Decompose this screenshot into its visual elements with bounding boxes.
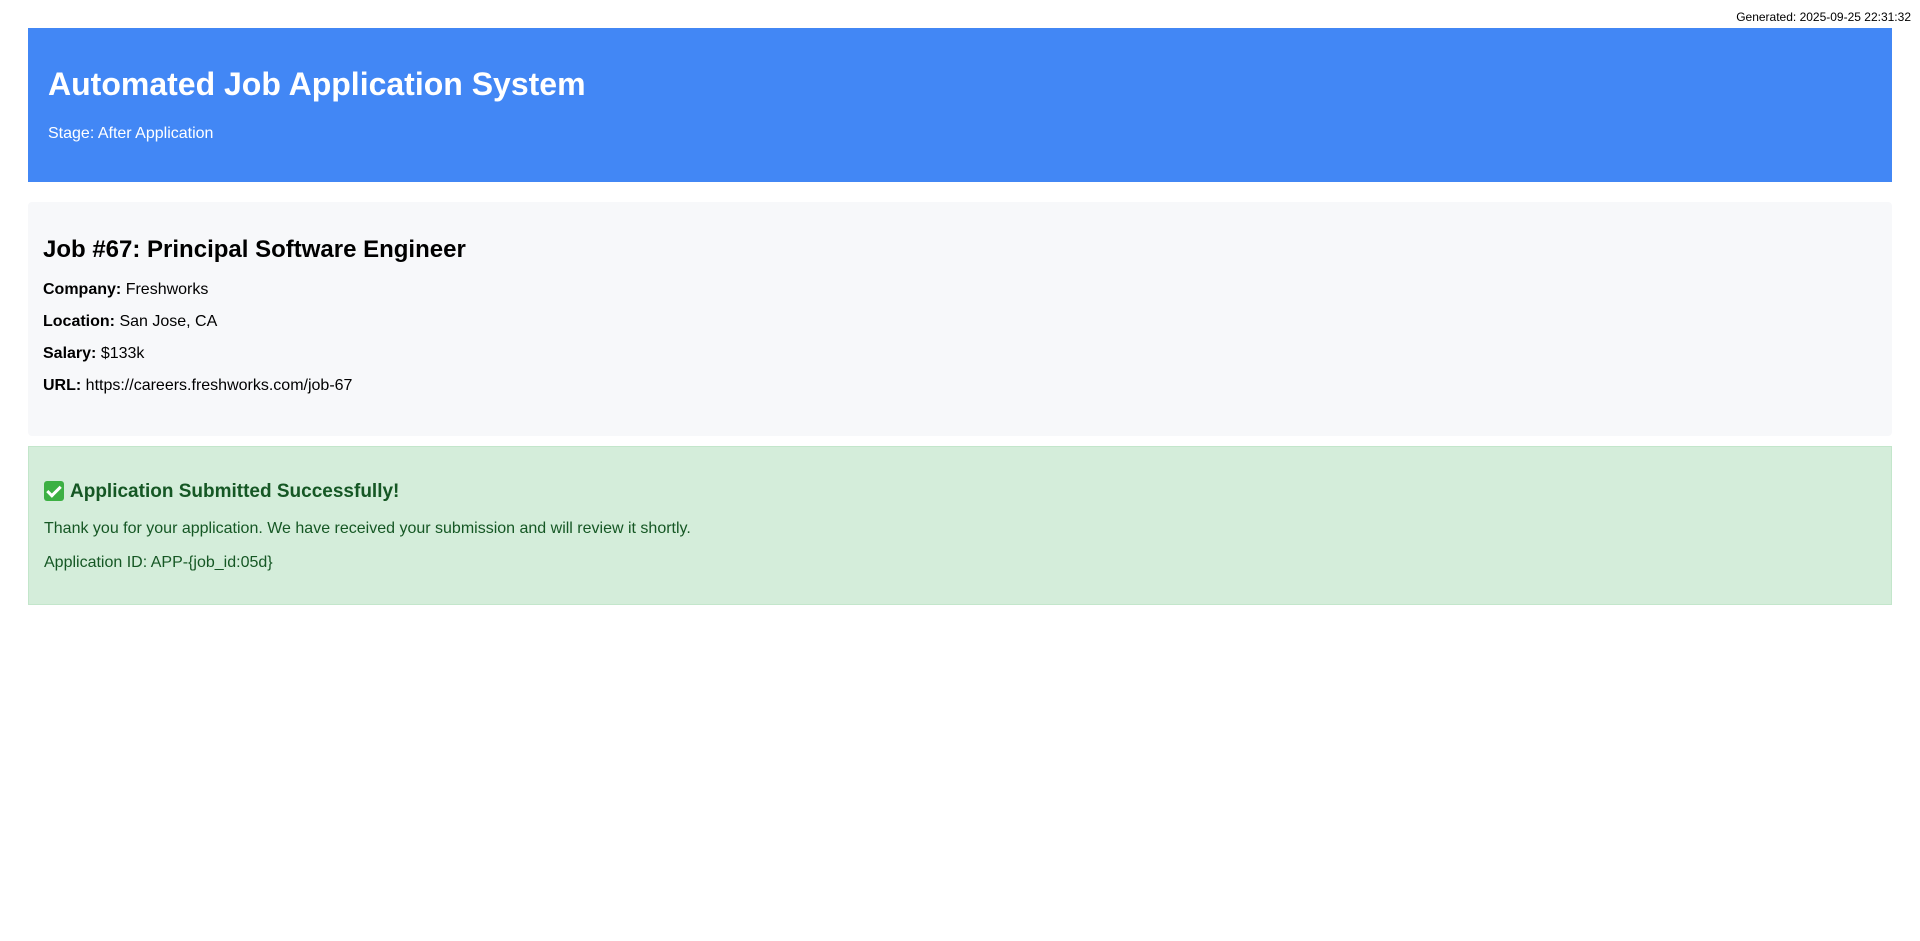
salary-label: Salary: — [43, 345, 97, 362]
url-label: URL: — [43, 377, 82, 394]
url-row: URL: https://careers.freshworks.com/job-… — [43, 378, 1877, 394]
success-title: Application Submitted Successfully! — [70, 480, 400, 502]
success-title-row: Application Submitted Successfully! — [44, 481, 1876, 501]
stage-label: Stage: After Application — [48, 125, 214, 142]
page-header: Automated Job Application System Stage: … — [28, 28, 1892, 182]
location-row: Location: San Jose, CA — [43, 314, 1877, 330]
url-value: https://careers.freshworks.com/job-67 — [85, 377, 353, 394]
job-details-card: Job #67: Principal Software Engineer Com… — [28, 202, 1892, 436]
page-title: Automated Job Application System — [48, 66, 586, 102]
location-label: Location: — [43, 313, 115, 330]
salary-row: Salary: $133k — [43, 346, 1877, 362]
company-label: Company: — [43, 281, 122, 298]
location-value: San Jose, CA — [119, 313, 218, 330]
success-alert: Application Submitted Successfully! Than… — [28, 446, 1892, 605]
success-message: Thank you for your application. We have … — [44, 520, 691, 537]
company-row: Company: Freshworks — [43, 282, 1877, 298]
company-value: Freshworks — [125, 281, 209, 298]
check-mark-icon — [44, 481, 64, 501]
salary-value: $133k — [100, 345, 145, 362]
application-id: Application ID: APP-{job_id:05d} — [44, 554, 273, 571]
generated-timestamp: Generated: 2025-09-25 22:31:32 — [1736, 10, 1911, 24]
job-title: Job #67: Principal Software Engineer — [43, 236, 466, 263]
